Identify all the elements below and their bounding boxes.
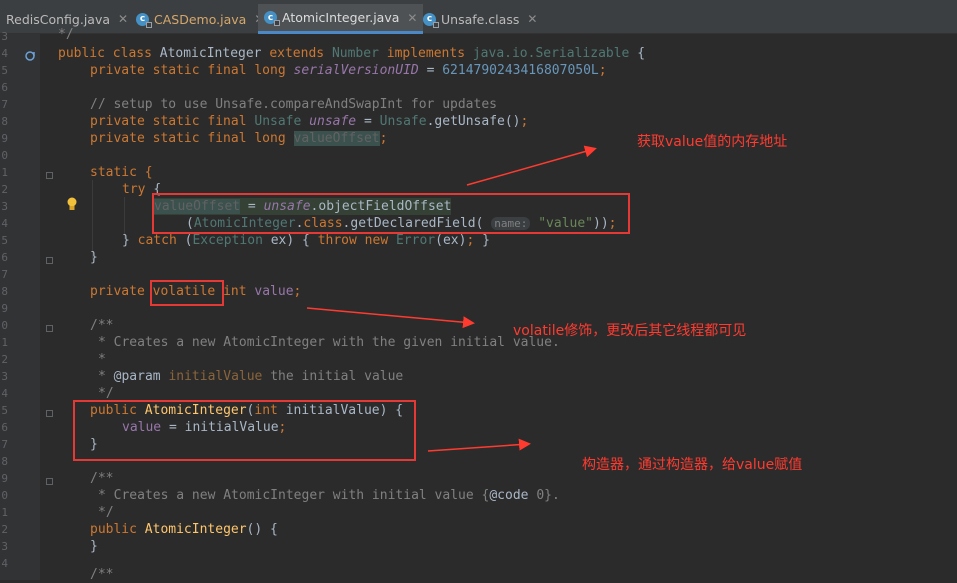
- line-number: 7: [1, 98, 8, 111]
- highlight-box-volatile: [150, 280, 224, 306]
- highlight-box-constructor: [73, 400, 416, 461]
- code-line: /**: [90, 567, 114, 582]
- code-line: }: [90, 250, 98, 265]
- annotation-volatile-note: volatile修饰，更改后其它线程都可见: [513, 323, 747, 339]
- indent-guide: [92, 180, 93, 260]
- line-number: 5: [1, 234, 8, 247]
- line-number: 2: [1, 183, 8, 196]
- lightbulb-icon[interactable]: [66, 196, 78, 210]
- java-class-icon: c: [264, 11, 280, 26]
- java-class-icon: c: [136, 12, 152, 28]
- line-number: 6: [1, 81, 8, 94]
- code-line: */: [58, 27, 74, 42]
- line-number: 4: [1, 387, 8, 400]
- tab-label: CASDemo.java: [154, 11, 247, 27]
- line-number: 0: [1, 149, 8, 162]
- code-line: /**: [90, 318, 114, 333]
- code-line: /**: [90, 471, 114, 486]
- line-number: 0: [1, 319, 8, 332]
- line-number: 8: [1, 455, 8, 468]
- line-number: 2: [1, 353, 8, 366]
- line-number-gutter: 3 4 5 6 7 8 9 0 1 2 3 4 5 6 7 8 9 0 1 2 3 4 5 6 7 8 9 0 1 2 3 4: [0, 30, 53, 580]
- line-number: 2: [1, 523, 8, 536]
- code-line: }: [90, 539, 98, 554]
- code-line: private static final long valueOffset;: [90, 131, 388, 146]
- editor-tab-bar: RedisConfig.java ✕ c CASDemo.java ✕ c At…: [0, 0, 957, 34]
- code-line: *: [98, 352, 106, 367]
- code-line: * Creates a new AtomicInteger with initi…: [98, 488, 560, 503]
- line-number: 9: [1, 302, 8, 315]
- line-number: 4: [1, 47, 8, 60]
- code-line: public AtomicInteger() {: [90, 522, 278, 537]
- annotation-constructor-note: 构造器，通过构造器，给value赋值: [582, 457, 803, 473]
- line-number: 5: [1, 404, 8, 417]
- line-number: 8: [1, 115, 8, 128]
- fold-marker[interactable]: [46, 325, 53, 332]
- line-number: 4: [1, 557, 8, 570]
- tab-atomicinteger[interactable]: c AtomicInteger.java ✕: [258, 4, 424, 34]
- line-number: 6: [1, 421, 8, 434]
- java-class-icon: c: [423, 12, 439, 28]
- close-icon[interactable]: ✕: [407, 11, 417, 25]
- tab-casdemo[interactable]: c CASDemo.java ✕: [130, 4, 270, 34]
- code-line: public class AtomicInteger extends Numbe…: [58, 46, 646, 61]
- code-line: } catch (Exception ex) { throw new Error…: [122, 233, 490, 248]
- code-line: private static final long serialVersionU…: [90, 63, 607, 78]
- fold-marker[interactable]: [46, 478, 53, 485]
- line-number: 3: [1, 370, 8, 383]
- line-number: 9: [1, 472, 8, 485]
- line-number: 1: [1, 166, 8, 179]
- line-number: 1: [1, 506, 8, 519]
- line-number: 7: [1, 438, 8, 451]
- tab-label: AtomicInteger.java: [282, 10, 400, 25]
- implements-marker-icon[interactable]: [25, 47, 37, 61]
- tab-label: Unsafe.class: [441, 11, 520, 27]
- line-number: 9: [1, 132, 8, 145]
- line-number: 7: [1, 268, 8, 281]
- annotation-offset-note: 获取value值的内存地址: [637, 134, 788, 150]
- code-line: * Creates a new AtomicInteger with the g…: [98, 335, 560, 350]
- line-number: 8: [1, 285, 8, 298]
- code-line: static {: [90, 165, 153, 180]
- fold-marker[interactable]: [46, 410, 53, 417]
- line-number: 6: [1, 251, 8, 264]
- code-line: */: [98, 505, 114, 520]
- close-icon[interactable]: ✕: [118, 12, 128, 26]
- line-number: 4: [1, 217, 8, 230]
- code-line: private static final Unsafe unsafe = Uns…: [90, 114, 529, 129]
- close-icon[interactable]: ✕: [527, 12, 537, 26]
- fold-marker[interactable]: [46, 172, 53, 179]
- line-number: 3: [1, 200, 8, 213]
- fold-marker[interactable]: [46, 257, 53, 264]
- tab-label: RedisConfig.java: [6, 11, 111, 27]
- highlight-box-offset: [152, 193, 630, 234]
- line-number: 3: [1, 30, 8, 43]
- line-number: 0: [1, 489, 8, 502]
- code-line: * @param initialValue the initial value: [98, 369, 404, 384]
- code-line: // setup to use Unsafe.compareAndSwapInt…: [90, 97, 497, 112]
- tab-unsafe[interactable]: c Unsafe.class ✕: [417, 4, 543, 34]
- line-number: 5: [1, 64, 8, 77]
- line-number: 1: [1, 336, 8, 349]
- line-number: 3: [1, 540, 8, 553]
